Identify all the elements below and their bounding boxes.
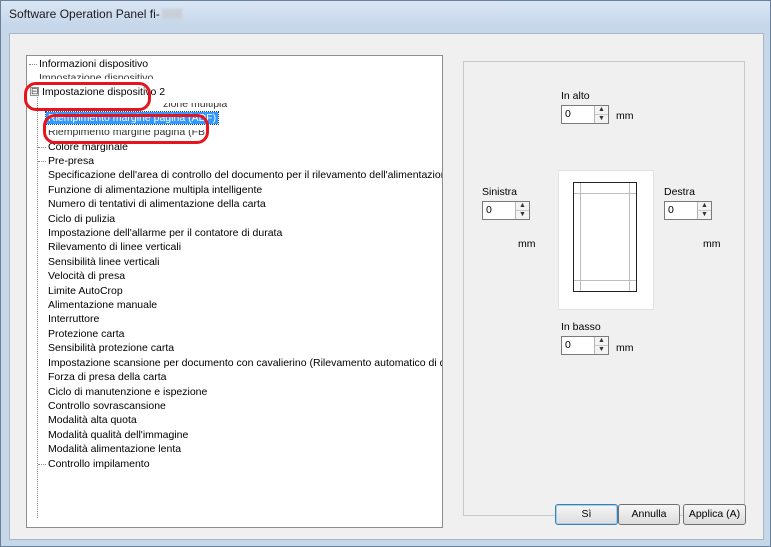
redacted-model-name xyxy=(161,9,182,19)
tree-item-label: Interruttore xyxy=(48,313,100,325)
tree-item-area-controllo[interactable]: Specificazione dell'area di controllo de… xyxy=(46,168,442,182)
callout-ring-riempimento-adf xyxy=(43,114,209,144)
tree-item-label: Numero di tentativi di alimentazione del… xyxy=(48,198,266,210)
tree-item-label: Rilevamento di linee verticali xyxy=(48,241,182,253)
tree-item-sensibilita-linee[interactable]: Sensibilità linee verticali xyxy=(46,255,161,269)
tree-item-allarme-contatore[interactable]: Impostazione dell'allarme per il contato… xyxy=(46,226,284,240)
tree-item-informazioni-dispositivo[interactable]: Informazioni dispositivo xyxy=(37,57,150,71)
tree-item-rilevamento-linee[interactable]: Rilevamento di linee verticali xyxy=(46,240,183,254)
tree-item-label: Sensibilità linee verticali xyxy=(48,256,160,268)
tree-item-modalita-alta-quota[interactable]: Modalità alta quota xyxy=(46,413,139,427)
tree-connector xyxy=(38,464,46,465)
right-margin-label: Destra xyxy=(664,186,695,198)
tree-item-label: Modalità alta quota xyxy=(48,414,137,426)
margin-settings-panel: In alto 0 ▲ ▼ mm Sinistra 0 ▲ ▼ mm Destr… xyxy=(463,61,745,516)
tree-item-forza-presa[interactable]: Forza di presa della carta xyxy=(46,370,168,384)
tree-item-alimentazione-multipla-intelligente[interactable]: Funzione di alimentazione multipla intel… xyxy=(46,183,264,197)
spin-down-icon[interactable]: ▼ xyxy=(698,210,711,219)
cancel-button[interactable]: Annulla xyxy=(618,504,680,525)
tree-item-label: Modalità qualità dell'immagine xyxy=(48,429,189,441)
tree-item-interruttore[interactable]: Interruttore xyxy=(46,312,101,326)
spinner-buttons[interactable]: ▲ ▼ xyxy=(515,202,529,219)
left-margin-value[interactable]: 0 xyxy=(486,204,492,216)
spinner-buttons[interactable]: ▲ ▼ xyxy=(594,337,608,354)
tree-item-label: Impostazione scansione per documento con… xyxy=(48,357,442,369)
spin-up-icon[interactable]: ▲ xyxy=(698,202,711,210)
tree-item-alimentazione-manuale[interactable]: Alimentazione manuale xyxy=(46,298,159,312)
tree-item-controllo-impilamento[interactable]: Controllo impilamento xyxy=(46,457,152,471)
tree-item-ciclo-manutenzione[interactable]: Ciclo di manutenzione e ispezione xyxy=(46,385,209,399)
apply-button[interactable]: Applica (A) xyxy=(683,504,746,525)
tree-item-velocita-presa[interactable]: Velocità di presa xyxy=(46,269,127,283)
spin-up-icon[interactable]: ▲ xyxy=(516,202,529,210)
page-preview-sheet xyxy=(573,182,637,292)
tree-item-label: Pre-presa xyxy=(48,155,95,167)
preview-right-guide xyxy=(629,183,630,291)
bottom-margin-spinner[interactable]: 0 ▲ ▼ xyxy=(561,336,609,355)
bottom-margin-label: In basso xyxy=(561,321,601,333)
tree-item-limite-autocrop[interactable]: Limite AutoCrop xyxy=(46,284,125,298)
bottom-margin-value[interactable]: 0 xyxy=(565,339,571,351)
tree-item-label: Velocità di presa xyxy=(48,270,126,282)
callout-ring-impostazione-2 xyxy=(24,82,151,111)
tree-item-label: zione multipla xyxy=(163,98,228,110)
tree-item-pre-presa[interactable]: Pre-presa xyxy=(46,154,96,168)
bottom-margin-unit: mm xyxy=(616,342,634,354)
tree-connector-line xyxy=(37,94,38,518)
spin-up-icon[interactable]: ▲ xyxy=(595,106,608,114)
right-margin-unit: mm xyxy=(703,238,721,250)
top-margin-label: In alto xyxy=(561,90,590,102)
spinner-buttons[interactable]: ▲ ▼ xyxy=(697,202,711,219)
left-margin-label: Sinistra xyxy=(482,186,518,198)
spin-up-icon[interactable]: ▲ xyxy=(595,337,608,345)
tree-item-sensibilita-protezione[interactable]: Sensibilità protezione carta xyxy=(46,341,176,355)
top-margin-spinner[interactable]: 0 ▲ ▼ xyxy=(561,105,609,124)
window-title: Software Operation Panel fi- xyxy=(9,7,182,21)
tree-item-label: Alimentazione manuale xyxy=(48,299,158,311)
tree-item-label: Controllo sovrascansione xyxy=(48,400,166,412)
tree-item-controllo-sovrascansione[interactable]: Controllo sovrascansione xyxy=(46,399,168,413)
spin-down-icon[interactable]: ▼ xyxy=(516,210,529,219)
tree-item-label: Ciclo di pulizia xyxy=(48,213,116,225)
preview-bottom-guide xyxy=(574,280,636,281)
tree-item-numero-tentativi[interactable]: Numero di tentativi di alimentazione del… xyxy=(46,197,268,211)
preview-top-guide xyxy=(574,193,636,194)
page-preview xyxy=(558,170,654,310)
tree-item-label: Specificazione dell'area di controllo de… xyxy=(48,169,442,181)
tree-item-scansione-cavalierino[interactable]: Impostazione scansione per documento con… xyxy=(46,356,442,370)
tree-item-label: Informazioni dispositivo xyxy=(39,58,149,70)
tree-item-label: Modalità alimentazione lenta xyxy=(48,443,182,455)
dialog-client-area: Informazioni dispositivo Impostazione di… xyxy=(9,33,764,540)
title-bar: Software Operation Panel fi- xyxy=(1,1,770,27)
preview-left-guide xyxy=(580,183,581,291)
tree-connector xyxy=(38,161,46,162)
spin-down-icon[interactable]: ▼ xyxy=(595,345,608,354)
tree-item-label: Impostazione dell'allarme per il contato… xyxy=(48,227,283,239)
top-margin-value[interactable]: 0 xyxy=(565,108,571,120)
tree-item-label: Ciclo di manutenzione e ispezione xyxy=(48,386,208,398)
tree-connector xyxy=(38,147,46,148)
tree-item-ciclo-pulizia[interactable]: Ciclo di pulizia xyxy=(46,212,117,226)
spin-down-icon[interactable]: ▼ xyxy=(595,114,608,123)
ok-button[interactable]: Sì xyxy=(555,504,618,525)
tree-item-label: Controllo impilamento xyxy=(48,458,150,470)
tree-item-protezione-carta[interactable]: Protezione carta xyxy=(46,327,126,341)
spinner-buttons[interactable]: ▲ ▼ xyxy=(594,106,608,123)
tree-item-alimentazione-lenta[interactable]: Modalità alimentazione lenta xyxy=(46,442,183,456)
tree-connector xyxy=(29,64,37,65)
tree-item-label: Limite AutoCrop xyxy=(48,285,123,297)
right-margin-value[interactable]: 0 xyxy=(668,204,674,216)
right-margin-spinner[interactable]: 0 ▲ ▼ xyxy=(664,201,712,220)
left-margin-spinner[interactable]: 0 ▲ ▼ xyxy=(482,201,530,220)
tree-item-label: Forza di presa della carta xyxy=(48,371,167,383)
tree-item-partially-hidden[interactable]: zione multipla xyxy=(161,98,229,111)
top-margin-unit: mm xyxy=(616,110,634,122)
tree-item-label: Funzione di alimentazione multipla intel… xyxy=(48,184,263,196)
app-window: Software Operation Panel fi- Informazion… xyxy=(0,0,771,547)
tree-item-qualita-immagine[interactable]: Modalità qualità dell'immagine xyxy=(46,428,190,442)
tree-item-label: Protezione carta xyxy=(48,328,125,340)
left-margin-unit: mm xyxy=(518,238,536,250)
tree-item-label: Sensibilità protezione carta xyxy=(48,342,175,354)
